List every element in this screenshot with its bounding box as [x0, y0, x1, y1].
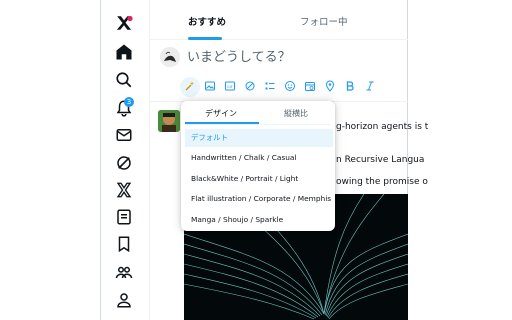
communities-icon[interactable] [112, 260, 136, 284]
poll-icon[interactable] [263, 79, 277, 93]
active-tab-indicator [188, 37, 222, 40]
home-icon[interactable] [112, 40, 136, 64]
svg-text:GIF: GIF [227, 85, 233, 89]
post-text-line-2: n Recursive Langua [336, 155, 425, 165]
schedule-icon[interactable] [303, 79, 317, 93]
notification-badge: 3 [124, 97, 134, 107]
avatar[interactable] [160, 47, 180, 67]
bookmark-icon[interactable] [112, 232, 136, 256]
gif-icon[interactable]: GIF [223, 79, 237, 93]
profile-icon[interactable] [112, 288, 136, 312]
design-wand-icon[interactable] [183, 79, 197, 93]
design-option-black-white[interactable]: Black&White / Portrait / Light [185, 170, 333, 188]
design-option-handwritten[interactable]: Handwritten / Chalk / Casual [185, 149, 333, 167]
lists-icon[interactable] [112, 205, 136, 229]
post-text-line-1: g-horizon agents is t [336, 122, 429, 132]
location-icon[interactable] [323, 79, 337, 93]
bold-icon[interactable] [343, 79, 357, 93]
x-logo-icon[interactable] [112, 11, 136, 35]
grok-compose-icon[interactable] [243, 79, 257, 93]
x-premium-icon[interactable] [112, 178, 136, 202]
dropdown-tab-design[interactable]: デザイン [205, 108, 237, 119]
emoji-icon[interactable] [283, 79, 297, 93]
design-option-flat-illustration[interactable]: Flat illustration / Corporate / Memphis [185, 190, 333, 208]
design-dropdown: デザイン 縦横比 デフォルト Handwritten / Chalk / Cas… [181, 101, 335, 231]
image-icon[interactable] [203, 79, 217, 93]
tab-following[interactable]: フォロー中 [300, 14, 348, 28]
post-text-line-3: owing the promise o [336, 177, 428, 187]
tab-recommended[interactable]: おすすめ [188, 14, 226, 28]
search-icon[interactable] [112, 68, 136, 92]
grok-icon[interactable] [112, 151, 136, 175]
design-option-manga[interactable]: Manga / Shoujo / Sparkle [185, 211, 333, 229]
dropdown-divider [185, 124, 331, 125]
design-option-default[interactable]: デフォルト [185, 129, 333, 147]
dropdown-tab-aspect-ratio[interactable]: 縦横比 [284, 108, 308, 119]
compose-input[interactable]: いまどうしてる？ [187, 46, 291, 65]
post-author-avatar[interactable] [158, 110, 180, 132]
italic-icon[interactable] [363, 79, 377, 93]
mail-icon[interactable] [112, 123, 136, 147]
